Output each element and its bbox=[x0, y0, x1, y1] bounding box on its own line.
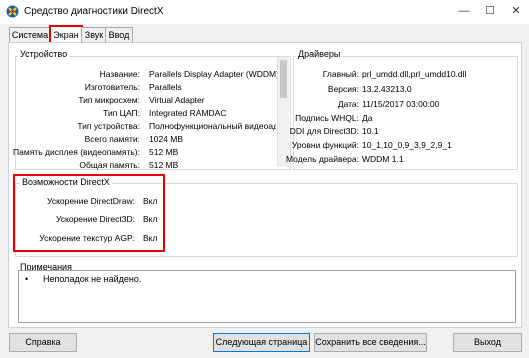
display-memory-label: Память дисплея (видеопамять): bbox=[13, 147, 140, 157]
maximize-button[interactable]: ☐ bbox=[477, 0, 503, 22]
help-button[interactable]: Справка bbox=[9, 333, 77, 352]
device-type-label: Тип устройства: bbox=[77, 121, 140, 131]
dac-type-value: Integrated RAMDAC bbox=[149, 108, 227, 118]
directdraw-value: Вкл bbox=[143, 196, 158, 206]
directx-heading: Возможности DirectX bbox=[20, 177, 112, 187]
shared-memory-value: 512 MB bbox=[149, 160, 179, 170]
dac-type-label: Тип ЦАП: bbox=[103, 108, 140, 118]
feature-levels-label: Уровни функций: bbox=[291, 140, 359, 150]
total-memory-value: 1024 MB bbox=[149, 134, 184, 144]
close-button[interactable]: ✕ bbox=[503, 0, 529, 22]
exit-button[interactable]: Выход bbox=[453, 333, 522, 352]
minimize-button[interactable]: — bbox=[451, 0, 477, 22]
device-type-value: Полнофункциональный видеоадапте bbox=[149, 121, 276, 131]
directdraw-label: Ускорение DirectDraw: bbox=[46, 196, 135, 206]
date-label: Дата: bbox=[337, 99, 359, 109]
notes-box[interactable]: • Неполадок не найдено. bbox=[18, 270, 516, 323]
driver-model-value: WDDM 1.1 bbox=[362, 154, 404, 164]
device-name-label: Название: bbox=[99, 69, 140, 79]
tab-sound[interactable]: Звук bbox=[81, 27, 107, 43]
device-name-value: Parallels Display Adapter (WDDM) bbox=[149, 69, 279, 79]
version-value: 13.2.43213.0 bbox=[362, 84, 412, 94]
manufacturer-value: Parallels bbox=[149, 82, 182, 92]
whql-value: Да bbox=[362, 113, 373, 123]
save-all-button[interactable]: Сохранить все сведения... bbox=[314, 333, 427, 352]
next-page-button[interactable]: Следующая страница bbox=[213, 333, 310, 352]
chip-type-label: Тип микросхем: bbox=[78, 95, 140, 105]
notes-text: Неполадок не найдено. bbox=[43, 274, 142, 284]
ddi-label: DDI для Direct3D: bbox=[289, 126, 359, 136]
direct3d-value: Вкл bbox=[143, 214, 158, 224]
agp-label: Ускорение текстур AGP: bbox=[39, 233, 135, 243]
device-heading: Устройство bbox=[18, 49, 70, 59]
title-bar: Средство диагностики DirectX — ☐ ✕ bbox=[0, 0, 529, 24]
manufacturer-label: Изготовитель: bbox=[84, 82, 140, 92]
driver-model-label: Модель драйвера: bbox=[286, 154, 359, 164]
chip-type-value: Virtual Adapter bbox=[149, 95, 205, 105]
notes-bullet: • bbox=[25, 274, 29, 284]
agp-value: Вкл bbox=[143, 233, 158, 243]
feature-levels-value: 10_1,10_0,9_3,9_2,9_1 bbox=[362, 140, 452, 150]
main-driver-value: prl_umdd.dll,prl_umdd10.dll bbox=[362, 69, 467, 79]
date-value: 11/15/2017 03:00:00 bbox=[362, 99, 440, 109]
shared-memory-label: Общая память: bbox=[79, 160, 140, 170]
directx-app-icon bbox=[6, 5, 19, 18]
display-memory-value: 512 MB bbox=[149, 147, 179, 157]
whql-label: Подпись WHQL: bbox=[295, 113, 359, 123]
main-driver-label: Главный: bbox=[322, 69, 359, 79]
ddi-value: 10.1 bbox=[362, 126, 379, 136]
window-title: Средство диагностики DirectX bbox=[24, 6, 164, 17]
direct3d-label: Ускорение Direct3D: bbox=[55, 214, 135, 224]
total-memory-label: Всего памяти: bbox=[84, 134, 140, 144]
tab-system[interactable]: Система bbox=[9, 27, 51, 43]
tab-input[interactable]: Ввод bbox=[105, 27, 133, 43]
drivers-heading: Драйверы bbox=[296, 49, 343, 59]
version-label: Версия: bbox=[327, 84, 359, 94]
